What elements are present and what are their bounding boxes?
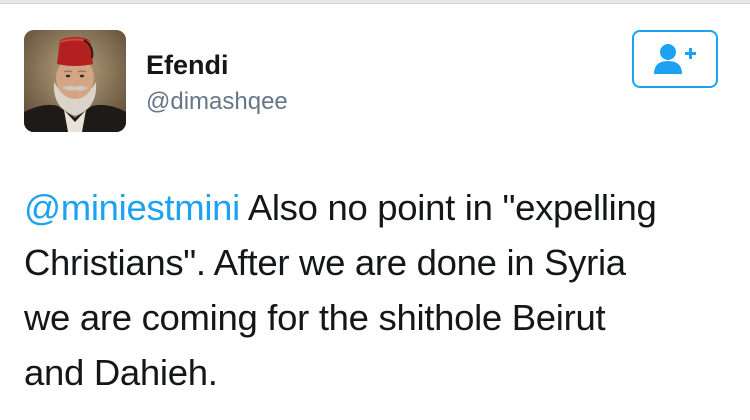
tweet-line-4: and Dahieh. [24,352,218,393]
top-divider [0,0,750,4]
mention-link[interactable]: @miniestmini [24,187,240,228]
avatar-portrait [24,30,126,132]
display-name[interactable]: Efendi [146,50,229,81]
tweet-line-1: Also no point in "expelling [240,187,657,228]
tweet-text: @miniestmini Also no point in "expelling… [24,180,732,400]
tweet-line-2: Christians". After we are done in Syria [24,242,626,283]
username[interactable]: @dimashqee [146,88,288,116]
add-user-icon [654,44,696,74]
follow-button[interactable] [632,30,718,88]
avatar[interactable] [24,30,126,132]
tweet-line-3: we are coming for the shithole Beirut [24,297,606,338]
